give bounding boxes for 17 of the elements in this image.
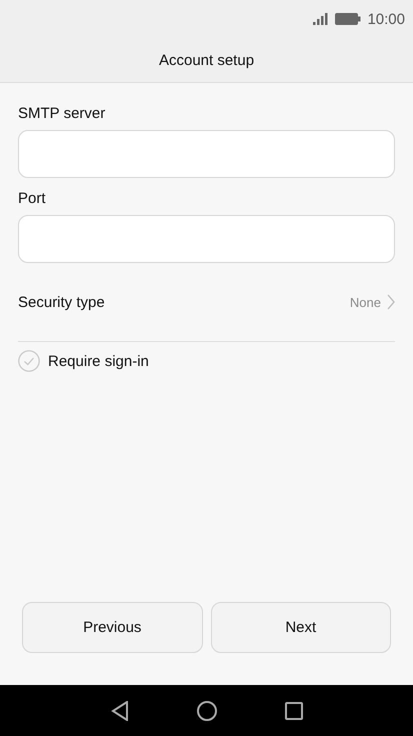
field-label: Port bbox=[18, 190, 47, 207]
screen-title: Account setup bbox=[158, 52, 254, 68]
input-field[interactable] bbox=[18, 130, 395, 178]
back-icon[interactable] bbox=[110, 700, 128, 720]
previous-button[interactable]: Previous bbox=[22, 602, 202, 653]
recents-icon[interactable] bbox=[284, 702, 302, 720]
checkbox[interactable] bbox=[18, 350, 40, 372]
setting-label: Security type bbox=[18, 294, 105, 310]
battery-icon bbox=[335, 13, 362, 25]
next-button[interactable]: Next bbox=[210, 602, 391, 653]
chevron-right-icon bbox=[387, 294, 395, 310]
field-label: SMTP server bbox=[18, 105, 106, 122]
checkbox-label: Require sign-in bbox=[48, 352, 149, 370]
signal-icon bbox=[313, 13, 330, 25]
status-time: 10:00 bbox=[367, 10, 405, 28]
input-field[interactable] bbox=[18, 215, 395, 263]
home-icon[interactable] bbox=[196, 700, 216, 720]
